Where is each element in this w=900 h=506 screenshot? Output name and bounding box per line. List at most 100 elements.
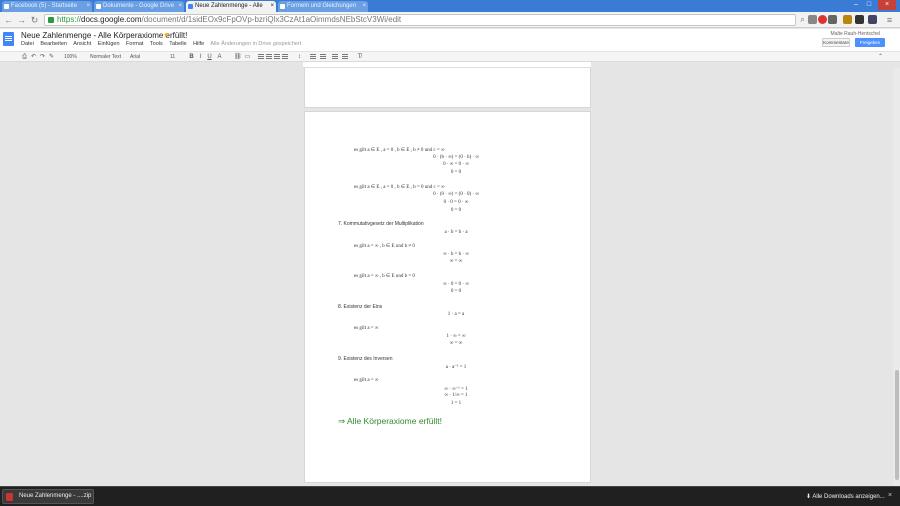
- reload-icon[interactable]: ↻: [29, 14, 40, 26]
- document-line: ∞ · 1/∞ = 1: [444, 393, 468, 398]
- docs-logo-icon[interactable]: [3, 32, 14, 46]
- increase-indent-icon[interactable]: [342, 54, 348, 60]
- menu-view[interactable]: Ansicht: [73, 41, 91, 47]
- window-close-icon[interactable]: ×: [878, 0, 896, 10]
- print-icon[interactable]: ⎙: [21, 53, 28, 61]
- zip-file-icon: [6, 493, 13, 501]
- menu-bar: Datei Bearbeiten Ansicht Einfügen Format…: [21, 41, 306, 47]
- adblock-icon[interactable]: [818, 15, 827, 24]
- comments-button[interactable]: Kommentare: [822, 38, 850, 47]
- tab-document[interactable]: Neue Zahlenmenge - Alle ×: [186, 1, 276, 12]
- decrease-indent-icon[interactable]: [332, 54, 338, 60]
- document-line: es gilt a ∈ E , a = 0 , b ∈ E , b = 0 un…: [354, 185, 445, 190]
- align-left-icon[interactable]: [258, 54, 264, 60]
- url-input[interactable]: https://docs.google.com/document/d/1sidE…: [44, 14, 796, 26]
- document-line: 1 = 1: [450, 401, 462, 406]
- extension-icon[interactable]: [808, 15, 817, 24]
- collapse-icon[interactable]: ⌃: [877, 53, 884, 61]
- facebook-favicon-icon: [4, 4, 9, 9]
- font-size-select[interactable]: 11: [170, 53, 175, 61]
- formatting-toolbar: ⎙ ↶ ↷ ✎ 100% Normaler Text Arial 11 B I …: [0, 51, 900, 62]
- maximize-icon[interactable]: □: [863, 0, 875, 10]
- bold-icon[interactable]: B: [188, 53, 195, 61]
- tab-drive[interactable]: Dokumente - Google Drive ×: [94, 1, 184, 12]
- document-line: 0 · 0 = 0 · ∞: [443, 200, 469, 205]
- menu-format[interactable]: Format: [126, 41, 143, 47]
- extension-icon[interactable]: [843, 15, 852, 24]
- document-line: es gilt a ∈ E , a = 0 , b ∈ E , b ≠ 0 un…: [354, 148, 445, 153]
- user-name[interactable]: Malte Rauh-Hentschel: [831, 31, 880, 37]
- document-line: 0 = 0: [450, 289, 462, 294]
- close-icon[interactable]: ×: [888, 492, 892, 499]
- redo-icon[interactable]: ↷: [39, 53, 46, 61]
- undo-icon[interactable]: ↶: [30, 53, 37, 61]
- align-right-icon[interactable]: [274, 54, 280, 60]
- document-line: 1 · a = a: [447, 312, 465, 317]
- scrollbar-thumb[interactable]: [895, 370, 899, 480]
- close-icon[interactable]: ×: [178, 1, 182, 12]
- menu-insert[interactable]: Einfügen: [98, 41, 120, 47]
- align-center-icon[interactable]: [266, 54, 272, 60]
- url-scheme: https://: [57, 15, 82, 24]
- document-line: es gilt a = ∞ , b ∈ E und b = 0: [354, 274, 415, 279]
- back-icon[interactable]: ←: [3, 14, 14, 26]
- search-icon[interactable]: ⌕: [797, 14, 808, 26]
- lock-icon: [48, 17, 54, 23]
- menu-help[interactable]: Hilfe: [193, 41, 204, 47]
- document-line: es gilt a = ∞ , b ∈ E und b ≠ 0: [354, 244, 415, 249]
- italic-icon[interactable]: I: [197, 53, 204, 61]
- document-line: 0 · (b · ∞) = (0 · b) · ∞: [433, 155, 479, 160]
- link-icon[interactable]: ⛓: [234, 53, 242, 61]
- close-icon[interactable]: ×: [362, 1, 366, 12]
- document-line: 0 = 0: [450, 208, 462, 213]
- docs-favicon-icon: [188, 4, 193, 9]
- extension-icon[interactable]: [855, 15, 864, 24]
- tab-formulas[interactable]: Formeln und Gleichungen ×: [278, 1, 368, 12]
- menu-icon[interactable]: ≡: [884, 14, 895, 26]
- show-all-label: Alle Downloads anzeigen...: [812, 494, 885, 500]
- bulleted-list-icon[interactable]: [320, 54, 326, 60]
- menu-file[interactable]: Datei: [21, 41, 34, 47]
- clear-formatting-icon[interactable]: T̸: [356, 53, 363, 61]
- save-status: Alle Änderungen in Drive gespeichert: [210, 41, 302, 47]
- menu-edit[interactable]: Bearbeiten: [40, 41, 67, 47]
- extension-icon[interactable]: [828, 15, 837, 24]
- share-button[interactable]: Freigeben: [855, 38, 885, 47]
- comment-icon[interactable]: ▭: [244, 53, 251, 61]
- menu-table[interactable]: Tabelle: [169, 41, 186, 47]
- align-justify-icon[interactable]: [282, 54, 288, 60]
- extension-icon[interactable]: [868, 15, 877, 24]
- text-color-icon[interactable]: A: [216, 53, 223, 61]
- zoom-select[interactable]: 100%: [64, 53, 77, 61]
- menu-tools[interactable]: Tools: [150, 41, 163, 47]
- style-select[interactable]: Normaler Text: [90, 53, 121, 61]
- minimize-icon[interactable]: –: [850, 0, 862, 10]
- document-line: 8. Existenz der Eins: [338, 304, 383, 310]
- url-path: /document/d/1sidEOx9cFpOVp-bzriQlx3CzAt1…: [141, 15, 402, 24]
- document-page[interactable]: [304, 68, 591, 108]
- numbered-list-icon[interactable]: [310, 54, 316, 60]
- download-item[interactable]: Neue Zahlenmenge - ....zip: [2, 489, 94, 504]
- close-icon[interactable]: ×: [270, 1, 274, 12]
- tab-label: Dokumente - Google Drive: [103, 3, 175, 9]
- document-line: 0 = 0: [450, 170, 462, 175]
- document-line: 0 · ∞ = 0 · ∞: [443, 162, 469, 167]
- close-icon[interactable]: ×: [86, 1, 90, 12]
- underline-icon[interactable]: U: [206, 53, 213, 61]
- address-bar: ← → ↻ https://docs.google.com/document/d…: [0, 12, 900, 28]
- document-line: es gilt a = ∞: [354, 378, 379, 383]
- document-line: ∞ · ∞⁻¹ = 1: [444, 387, 468, 392]
- font-select[interactable]: Arial: [130, 53, 140, 61]
- drive-favicon-icon: [96, 4, 101, 9]
- paint-format-icon[interactable]: ✎: [48, 53, 55, 61]
- document-line: 7. Kommutativgesetz der Multiplikation: [338, 221, 424, 227]
- line-spacing-icon[interactable]: ↕: [296, 53, 303, 61]
- tab-facebook[interactable]: Facebook (5) - Startseite ×: [2, 1, 92, 12]
- tab-label: Facebook (5) - Startseite: [11, 3, 78, 9]
- forward-icon[interactable]: →: [16, 14, 27, 26]
- document-line: ∞ = ∞: [449, 259, 463, 264]
- tab-label: Neue Zahlenmenge - Alle: [195, 3, 263, 9]
- document-line: 0 · (0 · ∞) = (0 · 0) · ∞: [433, 192, 479, 197]
- show-all-downloads-link[interactable]: ⬇ Alle Downloads anzeigen...: [806, 493, 885, 500]
- star-icon[interactable]: ★: [163, 31, 169, 39]
